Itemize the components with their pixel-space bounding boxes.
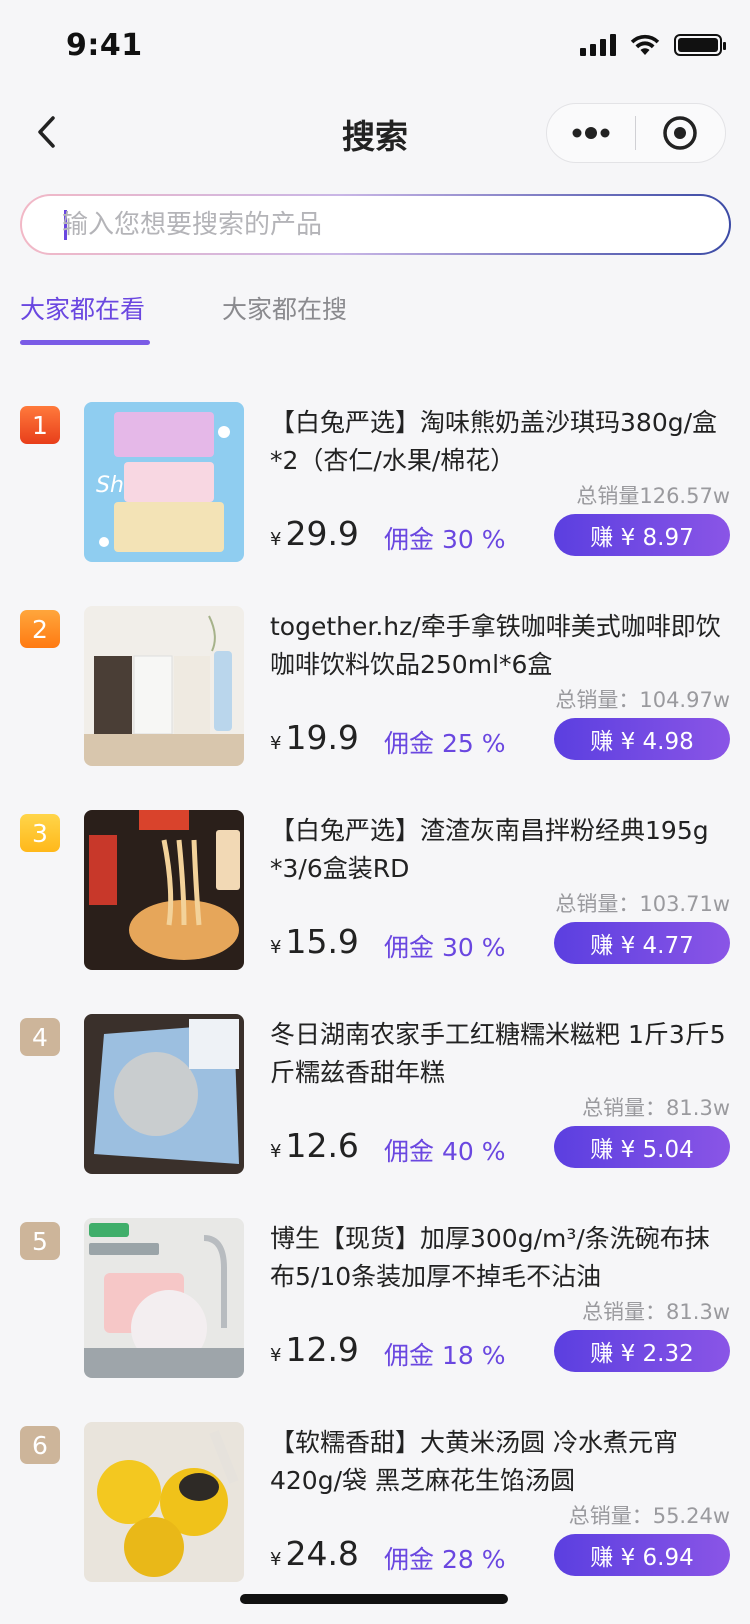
product-title: 冬日湖南农家手工红糖糯米糍粑 1斤3斤5斤糯兹香甜年糕 bbox=[270, 1020, 726, 1087]
commission: 佣金 18 % bbox=[384, 1341, 506, 1370]
price-value: 19.9 bbox=[285, 718, 359, 757]
wifi-icon bbox=[630, 34, 660, 55]
back-button[interactable] bbox=[22, 108, 70, 156]
sales-count: 总销量：81.3w bbox=[582, 1300, 730, 1324]
product-thumbnail bbox=[84, 1422, 244, 1582]
product-item[interactable]: 5 博生【现货】加厚300g/m³/条洗碗布抹布5/10条装加厚不掉毛不沾油 总… bbox=[0, 1216, 750, 1380]
sales-count: 总销量：103.71w bbox=[555, 892, 730, 916]
rank-badge: 4 bbox=[20, 1018, 60, 1056]
product-item[interactable]: 6 【软糯香甜】大黄米汤圆 冷水煮元宵420g/袋 黑芝麻花生馅汤圆 总销量：5… bbox=[0, 1420, 750, 1584]
more-button[interactable] bbox=[547, 104, 635, 162]
earn-button[interactable]: 赚 ¥ 5.04 bbox=[554, 1126, 730, 1168]
product-item[interactable]: 4 冬日湖南农家手工红糖糯米糍粑 1斤3斤5斤糯兹香甜年糕 总销量：81.3w … bbox=[0, 1012, 750, 1176]
rank-badge: 5 bbox=[20, 1222, 60, 1260]
svg-text:Sh: Sh bbox=[96, 473, 124, 498]
product-title: together.hz/牵手拿铁咖啡美式咖啡即饮咖啡饮料饮品250ml*6盒 bbox=[270, 612, 721, 679]
close-button[interactable] bbox=[636, 104, 726, 162]
rank-badge: 1 bbox=[20, 406, 60, 444]
cellular-signal-icon bbox=[580, 34, 616, 56]
search-box bbox=[20, 194, 731, 255]
product-thumbnail: Sh bbox=[84, 402, 244, 562]
earn-button[interactable]: 赚 ¥ 4.77 bbox=[554, 922, 730, 964]
sales-count: 总销量：81.3w bbox=[582, 1096, 730, 1120]
tab-everyone-searching[interactable]: 大家都在搜 bbox=[222, 290, 347, 326]
commission: 佣金 30 % bbox=[384, 525, 506, 554]
earn-button[interactable]: 赚 ¥ 6.94 bbox=[554, 1534, 730, 1576]
status-time: 9:41 bbox=[66, 28, 143, 63]
sales-count: 总销量126.57w bbox=[576, 484, 730, 508]
battery-icon bbox=[674, 34, 726, 56]
mini-program-capsule bbox=[546, 103, 726, 163]
search-box-inner bbox=[22, 196, 729, 253]
product-title: 博生【现货】加厚300g/m³/条洗碗布抹布5/10条装加厚不掉毛不沾油 bbox=[270, 1224, 710, 1291]
price: ¥ 29.9 bbox=[270, 514, 359, 558]
price: ¥ 24.8 bbox=[270, 1534, 359, 1578]
rank-badge: 6 bbox=[20, 1426, 60, 1464]
product-thumbnail bbox=[84, 1218, 244, 1378]
commission: 佣金 40 % bbox=[384, 1137, 506, 1166]
product-title: 【白兔严选】淘味熊奶盖沙琪玛380g/盒*2（杏仁/水果/棉花） bbox=[270, 408, 718, 475]
earn-button[interactable]: 赚 ¥ 4.98 bbox=[554, 718, 730, 760]
price-value: 12.9 bbox=[285, 1330, 359, 1369]
rank-badge: 3 bbox=[20, 814, 60, 852]
product-item[interactable]: 3 【白兔严选】渣渣灰南昌拌粉经典195g *3/6盒装RD 总销量：103.7… bbox=[0, 808, 750, 972]
price: ¥ 12.6 bbox=[270, 1126, 359, 1170]
status-bar: 9:41 bbox=[0, 0, 750, 88]
commission: 佣金 30 % bbox=[384, 933, 506, 962]
earn-button[interactable]: 赚 ¥ 2.32 bbox=[554, 1330, 730, 1372]
search-input[interactable] bbox=[62, 196, 682, 253]
active-tab-indicator bbox=[20, 340, 150, 345]
price: ¥ 15.9 bbox=[270, 922, 359, 966]
product-thumbnail bbox=[84, 606, 244, 766]
product-item[interactable]: 1 Sh 【白兔严选】淘味熊奶盖沙琪玛380g/盒*2（杏仁/水果/棉花） 总销… bbox=[0, 400, 750, 564]
currency-symbol: ¥ bbox=[270, 1141, 282, 1162]
price-value: 15.9 bbox=[285, 922, 359, 961]
product-thumbnail bbox=[84, 810, 244, 970]
currency-symbol: ¥ bbox=[270, 1549, 282, 1570]
sales-count: 总销量：55.24w bbox=[568, 1504, 730, 1528]
nav-bar: 搜索 bbox=[0, 88, 750, 176]
product-title: 【软糯香甜】大黄米汤圆 冷水煮元宵420g/袋 黑芝麻花生馅汤圆 bbox=[270, 1428, 678, 1495]
more-dots-icon bbox=[572, 127, 610, 139]
product-thumbnail bbox=[84, 1014, 244, 1174]
price-value: 12.6 bbox=[285, 1126, 359, 1165]
sales-count: 总销量：104.97w bbox=[555, 688, 730, 712]
target-close-icon bbox=[663, 116, 698, 150]
price-value: 24.8 bbox=[285, 1534, 359, 1573]
product-item[interactable]: 2 together.hz/牵手拿铁咖啡美式咖啡即饮咖啡饮料饮品250ml*6盒… bbox=[0, 604, 750, 768]
home-indicator bbox=[240, 1594, 508, 1604]
currency-symbol: ¥ bbox=[270, 529, 282, 550]
commission: 佣金 25 % bbox=[384, 729, 506, 758]
currency-symbol: ¥ bbox=[270, 937, 282, 958]
tab-everyone-watching[interactable]: 大家都在看 bbox=[20, 290, 145, 326]
price: ¥ 12.9 bbox=[270, 1330, 359, 1374]
status-icons bbox=[580, 34, 726, 56]
commission: 佣金 28 % bbox=[384, 1545, 506, 1574]
product-title: 【白兔严选】渣渣灰南昌拌粉经典195g *3/6盒装RD bbox=[270, 816, 709, 883]
earn-button[interactable]: 赚 ¥ 8.97 bbox=[554, 514, 730, 556]
price-value: 29.9 bbox=[285, 514, 359, 553]
search-page: 9:41 搜索 输入您想要搜索的产品 大家都在看 大家都在搜 1 Sh 【白兔严… bbox=[0, 0, 750, 1624]
price: ¥ 19.9 bbox=[270, 718, 359, 762]
currency-symbol: ¥ bbox=[270, 1345, 282, 1366]
rank-badge: 2 bbox=[20, 610, 60, 648]
chevron-left-icon bbox=[38, 116, 55, 148]
currency-symbol: ¥ bbox=[270, 733, 282, 754]
tab-bar: 大家都在看 大家都在搜 bbox=[0, 290, 750, 350]
